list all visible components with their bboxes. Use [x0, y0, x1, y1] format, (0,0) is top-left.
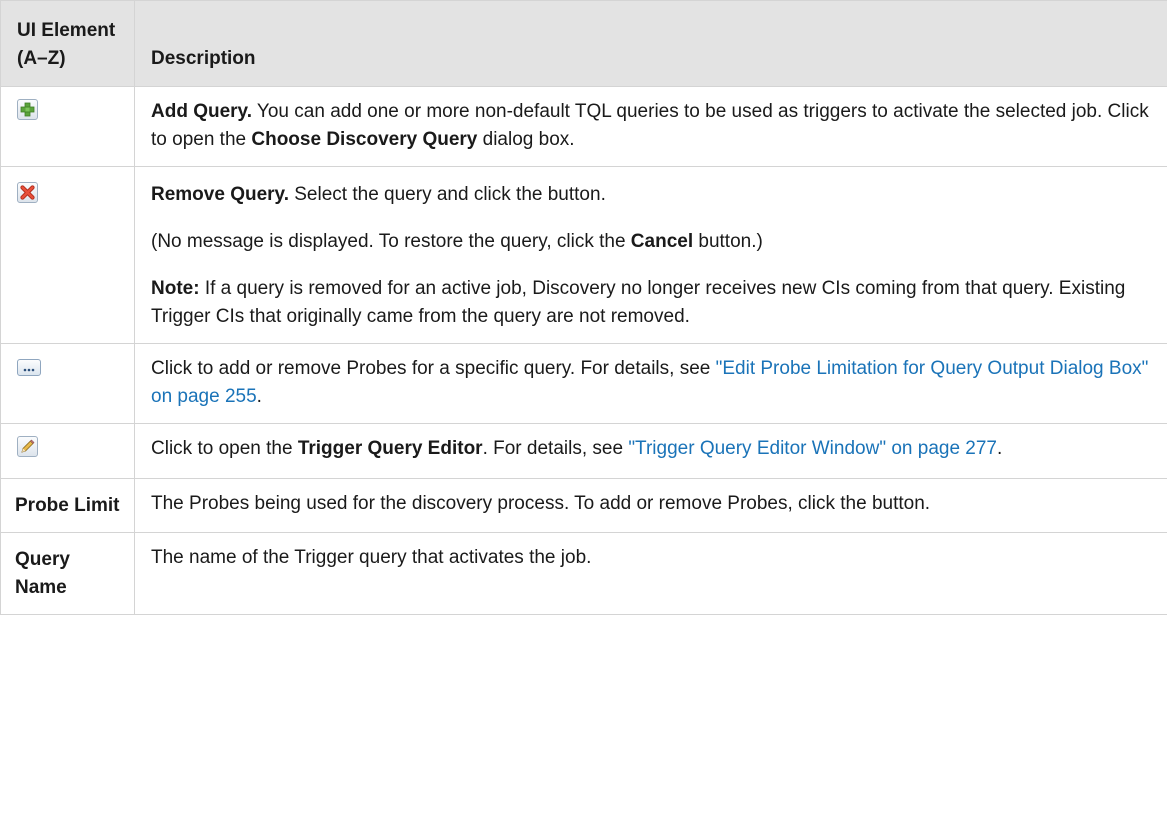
- header-description: Description: [134, 0, 1167, 87]
- row-title: Add Query.: [151, 101, 252, 122]
- ui-element-name: Query Name: [0, 532, 135, 615]
- ellipsis-icon[interactable]: [17, 359, 41, 376]
- add-query-icon[interactable]: [17, 99, 38, 120]
- table-row: Add Query. You can add one or more non-d…: [0, 86, 1167, 167]
- table-row: Click to open the Trigger Query Editor. …: [0, 423, 1167, 479]
- description-cell: Remove Query. Select the query and click…: [134, 166, 1167, 344]
- description-cell: Add Query. You can add one or more non-d…: [134, 86, 1167, 167]
- table-header-row: UI Element (A–Z) Description: [0, 0, 1167, 87]
- table-row: Query Name The name of the Trigger query…: [0, 532, 1167, 615]
- description-cell: Click to open the Trigger Query Editor. …: [134, 423, 1167, 479]
- description-cell: Click to add or remove Probes for a spec…: [134, 343, 1167, 424]
- row-title: Remove Query.: [151, 184, 289, 205]
- remove-query-icon[interactable]: [17, 182, 38, 203]
- table-row: Click to add or remove Probes for a spec…: [0, 343, 1167, 424]
- description-cell: The Probes being used for the discovery …: [134, 478, 1167, 533]
- table-row: Remove Query. Select the query and click…: [0, 166, 1167, 344]
- ui-elements-table: UI Element (A–Z) Description Add Query. …: [0, 0, 1167, 615]
- ui-element-name: Probe Limit: [0, 478, 135, 533]
- description-cell: The name of the Trigger query that activ…: [134, 532, 1167, 615]
- pencil-icon[interactable]: [17, 436, 38, 457]
- note-label: Note:: [151, 278, 200, 299]
- table-row: Probe Limit The Probes being used for th…: [0, 478, 1167, 533]
- trigger-query-editor-link[interactable]: "Trigger Query Editor Window" on page 27…: [628, 438, 997, 459]
- header-ui-element: UI Element (A–Z): [0, 0, 135, 87]
